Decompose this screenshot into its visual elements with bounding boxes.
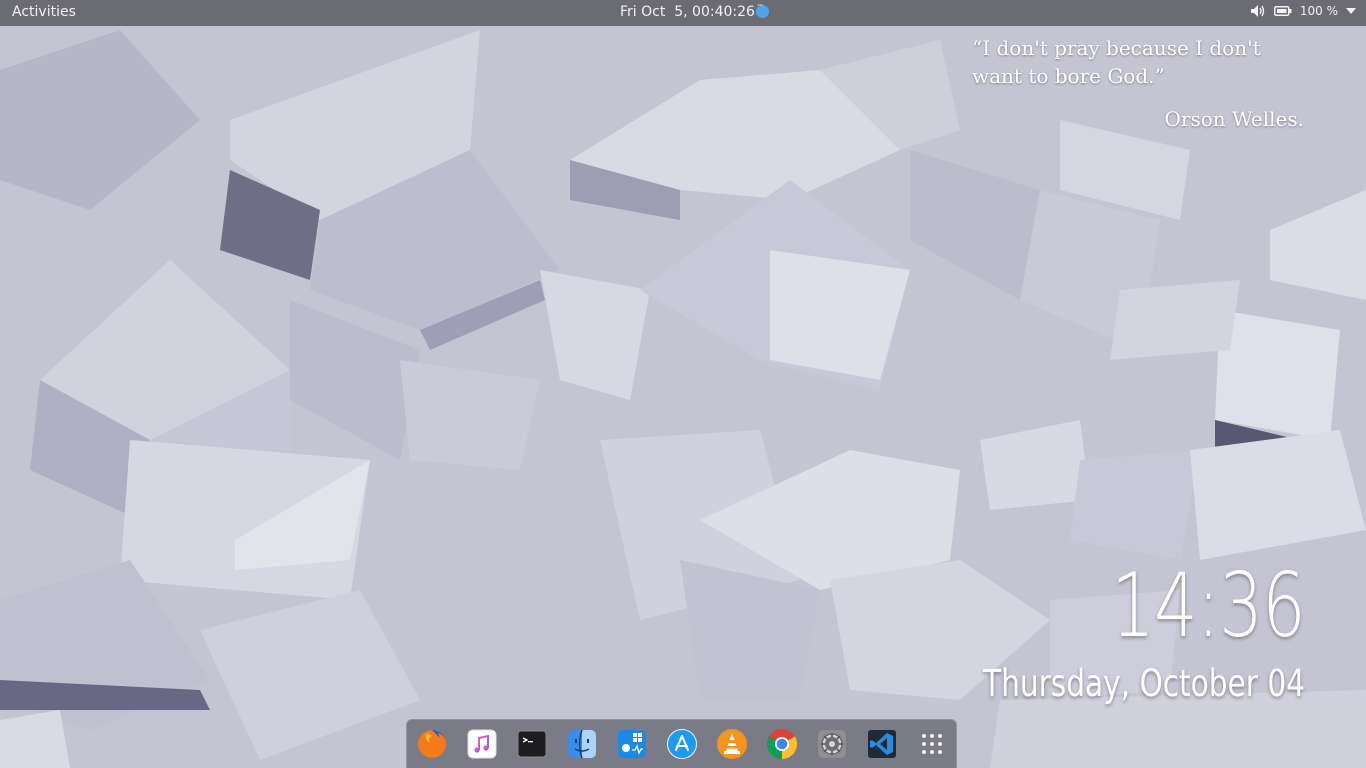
bootcamp-icon (618, 730, 646, 758)
dock-item-finder[interactable] (566, 728, 598, 760)
chrome-icon (766, 729, 798, 759)
dock-item-show-applications[interactable] (916, 728, 948, 760)
caret-down-icon (1346, 7, 1356, 15)
dock-item-bootcamp[interactable] (616, 728, 648, 760)
gear-icon (818, 730, 846, 758)
battery-percent: 100 % (1299, 4, 1338, 18)
desktop-clock-widget: 14:36 Thursday, October 04 (900, 554, 1306, 706)
dock-item-vlc[interactable] (716, 728, 748, 760)
datetime-label: Fri Oct 5, 00:40:26 (620, 4, 755, 20)
terminal-icon (517, 730, 547, 758)
dock-item-firefox[interactable] (416, 728, 448, 760)
music-note-icon (467, 729, 497, 759)
speaker-icon (1250, 4, 1266, 18)
dock (406, 719, 957, 768)
app-store-icon (667, 729, 697, 759)
dock-item-chrome[interactable] (766, 728, 798, 760)
activities-button[interactable]: Activities (12, 4, 76, 20)
firefox-icon (418, 730, 446, 758)
dock-item-system-preferences[interactable] (816, 728, 848, 760)
clock-date: Thursday, October 04 (983, 662, 1305, 705)
clock-time: 14:36 (1111, 554, 1306, 657)
dock-item-terminal[interactable] (516, 728, 548, 760)
quote-widget: “I don't pray because I don't want to bo… (960, 34, 1304, 133)
dock-item-app-store[interactable] (666, 728, 698, 760)
quote-author: Orson Welles. (1164, 107, 1304, 131)
finder-icon (568, 729, 596, 759)
system-status-menu[interactable]: 100 % (1250, 4, 1356, 18)
top-panel: Activities Fri Oct 5, 00:40:26 100 % (0, 0, 1366, 26)
vlc-cone-icon (717, 729, 747, 759)
datetime-menu[interactable]: Fri Oct 5, 00:40:26 (620, 1, 769, 20)
dock-item-vscode[interactable] (866, 728, 898, 760)
battery-icon (1273, 5, 1292, 17)
dock-item-itunes[interactable] (466, 728, 498, 760)
app-grid-icon (922, 734, 942, 754)
quote-text: “I don't pray because I don't want to bo… (972, 36, 1261, 88)
chat-bubble-icon (755, 1, 769, 18)
vscode-icon (868, 730, 896, 758)
